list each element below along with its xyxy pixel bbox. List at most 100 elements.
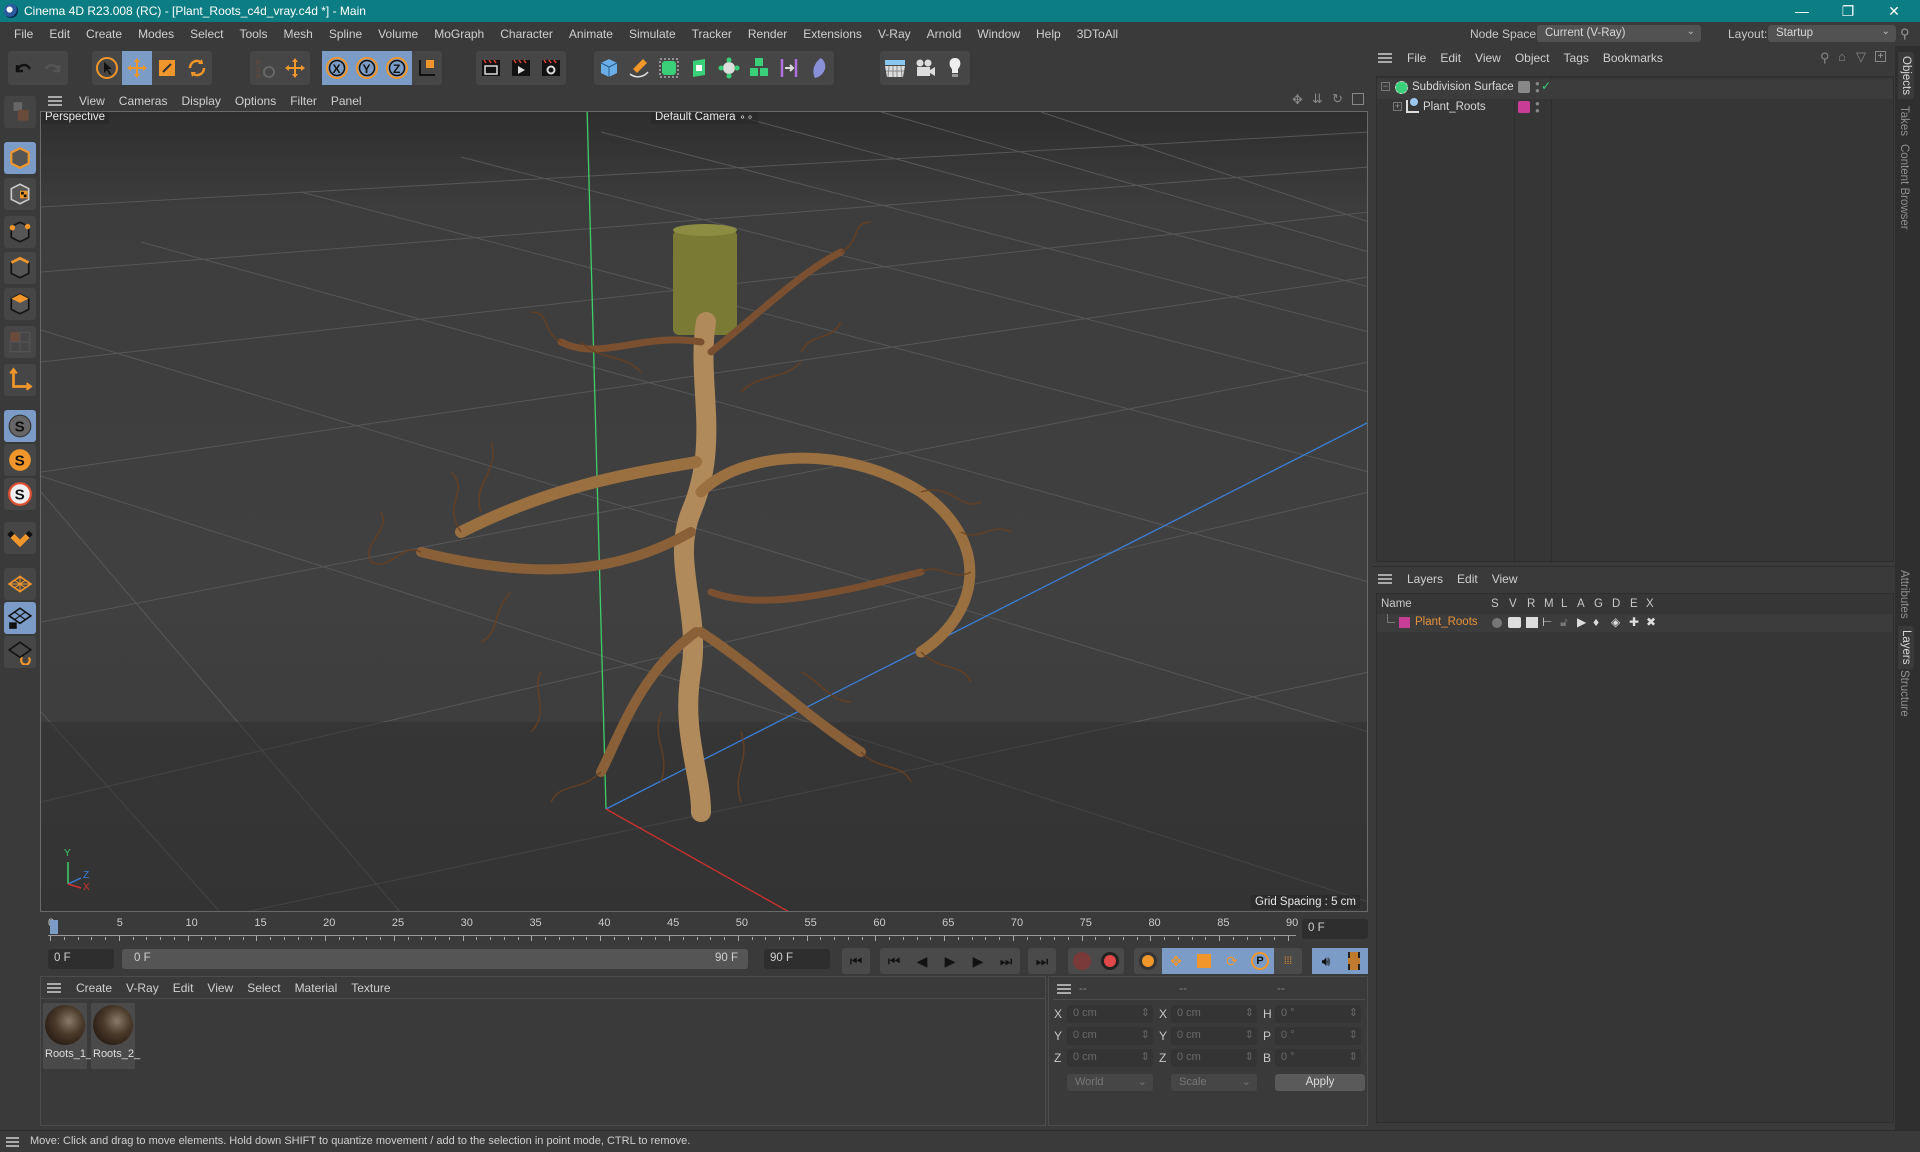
menu-edit[interactable]: Edit bbox=[41, 27, 78, 41]
end-frame-field[interactable]: 90 F bbox=[764, 949, 830, 969]
menu-extensions[interactable]: Extensions bbox=[795, 27, 870, 41]
object-row[interactable]: − Subdivision Surface ● ● ✓ bbox=[1377, 79, 1893, 99]
menu-select[interactable]: Select bbox=[182, 27, 231, 41]
material-swatch[interactable]: Roots_1_ bbox=[43, 1003, 92, 1069]
hamburger-menu-icon[interactable] bbox=[1378, 574, 1392, 584]
menu-tools[interactable]: Tools bbox=[231, 27, 275, 41]
move-icon[interactable] bbox=[122, 51, 152, 85]
undo-icon[interactable] bbox=[8, 51, 38, 85]
hamburger-menu-icon[interactable] bbox=[47, 982, 61, 993]
autokey-icon[interactable] bbox=[1096, 948, 1124, 974]
size-x-field[interactable]: 0 cm bbox=[1171, 1005, 1257, 1023]
polygons-mode-icon[interactable] bbox=[4, 288, 36, 320]
record-keys-icon[interactable] bbox=[1068, 948, 1096, 974]
redo-icon[interactable] bbox=[38, 51, 68, 85]
object-menu-bookmarks[interactable]: Bookmarks bbox=[1596, 51, 1670, 65]
expand-icon[interactable]: + bbox=[1393, 102, 1402, 111]
size-y-field[interactable]: 0 cm bbox=[1171, 1027, 1257, 1045]
material-menu-material[interactable]: Material bbox=[288, 981, 345, 995]
material-menu-create[interactable]: Create bbox=[69, 981, 119, 995]
animation-toggle-play-icon[interactable]: ▶ bbox=[1577, 615, 1586, 629]
menu-tracker[interactable]: Tracker bbox=[684, 27, 740, 41]
pos-z-field[interactable]: 0 cm bbox=[1067, 1049, 1153, 1067]
play-button[interactable]: ▶ bbox=[936, 948, 964, 974]
menu-simulate[interactable]: Simulate bbox=[621, 27, 684, 41]
menu-create[interactable]: Create bbox=[78, 27, 130, 41]
menu-v-ray[interactable]: V-Ray bbox=[870, 27, 919, 41]
prev-key-button[interactable]: ⏮ bbox=[880, 948, 908, 974]
key-position-icon[interactable]: ✥ bbox=[1162, 948, 1190, 974]
start-frame-field[interactable]: 0 F bbox=[48, 949, 114, 969]
size-mode-dropdown[interactable]: Scale ⌄ bbox=[1171, 1074, 1257, 1091]
next-key-button[interactable]: ⏭ bbox=[992, 948, 1020, 974]
object-menu-tags[interactable]: Tags bbox=[1557, 51, 1596, 65]
tab-takes[interactable]: Takes bbox=[1898, 106, 1910, 136]
solo-toggle[interactable] bbox=[1492, 618, 1502, 628]
move-axis-icon[interactable] bbox=[280, 51, 310, 85]
dolly-view-icon[interactable]: ⇊ bbox=[1312, 91, 1323, 107]
current-frame-field[interactable]: 0 F bbox=[1302, 919, 1368, 939]
edges-mode-icon[interactable] bbox=[4, 252, 36, 284]
coordinate-system-icon[interactable] bbox=[412, 51, 442, 85]
rot-h-field[interactable]: 0 ° bbox=[1275, 1005, 1361, 1023]
key-settings-icon[interactable] bbox=[1134, 948, 1162, 974]
layer-name[interactable]: Plant_Roots bbox=[1415, 616, 1478, 628]
new-window-icon[interactable]: + bbox=[1875, 51, 1886, 62]
column-header-solo[interactable]: S bbox=[1491, 598, 1499, 610]
viewport-menu-view[interactable]: View bbox=[72, 94, 112, 108]
key-parameter-icon[interactable]: P bbox=[1246, 948, 1274, 974]
goto-start-button[interactable]: ⏮ bbox=[842, 948, 870, 974]
pen-icon[interactable] bbox=[624, 51, 654, 85]
rot-p-field[interactable]: 0 ° bbox=[1275, 1027, 1361, 1045]
object-menu-view[interactable]: View bbox=[1468, 51, 1508, 65]
column-header-name[interactable]: Name bbox=[1381, 598, 1412, 610]
menu-mesh[interactable]: Mesh bbox=[275, 27, 320, 41]
pan-view-icon[interactable]: ✥ bbox=[1292, 92, 1303, 108]
filter-icon[interactable]: ▽ bbox=[1856, 49, 1866, 65]
playhead[interactable] bbox=[50, 920, 58, 934]
extrude-icon[interactable] bbox=[684, 51, 714, 85]
enabled-checkmark-icon[interactable]: ✓ bbox=[1541, 79, 1551, 93]
axis-mode-icon[interactable] bbox=[4, 364, 36, 396]
psr-icon[interactable]: PSR bbox=[250, 51, 280, 85]
search-icon[interactable]: ⚲ bbox=[1820, 50, 1830, 66]
render-picture-viewer-icon[interactable] bbox=[506, 51, 536, 85]
menu-render[interactable]: Render bbox=[740, 27, 795, 41]
manager-toggle-hierarchy-icon[interactable]: ⊢ bbox=[1542, 615, 1552, 629]
pos-y-field[interactable]: 0 cm bbox=[1067, 1027, 1153, 1045]
search-icon[interactable]: ⚲ bbox=[1900, 26, 1910, 42]
close-button[interactable]: ✕ bbox=[1872, 0, 1916, 22]
column-header-render[interactable]: R bbox=[1527, 598, 1535, 610]
tab-objects[interactable]: Objects bbox=[1898, 52, 1914, 99]
menu-arnold[interactable]: Arnold bbox=[919, 27, 970, 41]
collapse-icon[interactable]: − bbox=[1381, 82, 1390, 91]
symmetry-icon[interactable] bbox=[774, 51, 804, 85]
rotate-icon[interactable] bbox=[182, 51, 212, 85]
layer-menu-edit[interactable]: Edit bbox=[1450, 572, 1485, 586]
column-header-view[interactable]: V bbox=[1509, 598, 1517, 610]
texture-mode-icon[interactable] bbox=[4, 178, 36, 210]
hamburger-menu-icon[interactable] bbox=[1057, 984, 1071, 994]
menu-3dtoall[interactable]: 3DToAll bbox=[1069, 27, 1126, 41]
render-toggle-clapper-icon[interactable] bbox=[1526, 617, 1538, 628]
make-editable-icon[interactable] bbox=[4, 96, 36, 128]
size-z-field[interactable]: 0 cm bbox=[1171, 1049, 1257, 1067]
3d-viewport[interactable]: Perspective Default Camera ⚬⚬ Grid Spaci… bbox=[40, 111, 1368, 912]
points-mode-icon[interactable] bbox=[4, 216, 36, 248]
tab-layers[interactable]: Layers bbox=[1898, 626, 1914, 669]
material-swatch[interactable]: Roots_2_ bbox=[91, 1003, 140, 1069]
object-menu-object[interactable]: Object bbox=[1508, 51, 1557, 65]
layer-menu-view[interactable]: View bbox=[1485, 572, 1525, 586]
key-pla-icon[interactable]: ⁞⁞⁞ bbox=[1274, 948, 1302, 974]
rotate-view-icon[interactable]: ↻ bbox=[1332, 91, 1343, 107]
viewport-menu-cameras[interactable]: Cameras bbox=[112, 94, 175, 108]
snap-enable-icon[interactable]: S bbox=[4, 478, 36, 510]
home-icon[interactable]: ⌂ bbox=[1838, 49, 1846, 64]
visibility-dots-icon[interactable]: ● ● bbox=[1535, 80, 1540, 95]
column-header-animation[interactable]: A bbox=[1577, 598, 1585, 610]
prev-frame-button[interactable]: ◀ bbox=[908, 948, 936, 974]
viewport-menu-filter[interactable]: Filter bbox=[283, 94, 324, 108]
view-toggle-eye-icon[interactable] bbox=[1508, 617, 1521, 628]
column-header-xrefs[interactable]: X bbox=[1646, 598, 1654, 610]
node-space-dropdown[interactable]: Current (V-Ray) ⌄ bbox=[1537, 25, 1701, 42]
